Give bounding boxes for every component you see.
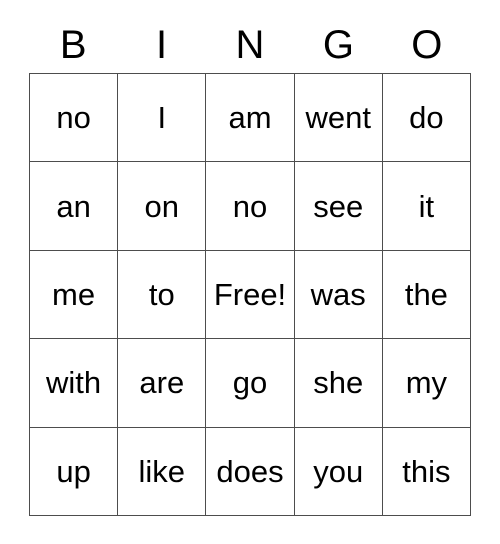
- bingo-cell-r3c1[interactable]: are: [118, 339, 207, 428]
- bingo-cell-r0c2[interactable]: am: [206, 74, 295, 163]
- bingo-cell-label: with: [46, 365, 102, 401]
- bingo-cell-r2c3[interactable]: was: [294, 250, 383, 340]
- bingo-cell-r0c4[interactable]: do: [382, 74, 471, 163]
- bingo-header-letter-n: N: [235, 22, 265, 67]
- bingo-header-letter-g: G: [322, 22, 354, 67]
- bingo-cell-r3c4[interactable]: my: [382, 339, 471, 428]
- bingo-cell-label: like: [138, 453, 186, 489]
- bingo-cell-r1c3[interactable]: see: [294, 162, 383, 251]
- bingo-cell-label: I: [157, 100, 167, 136]
- bingo-header-letter-b: B: [59, 22, 87, 67]
- bingo-cell-r3c2[interactable]: go: [206, 339, 295, 428]
- bingo-cell-r1c0[interactable]: an: [30, 162, 119, 251]
- bingo-header-letter-i: I: [156, 22, 168, 67]
- bingo-cell-label: see: [313, 188, 364, 224]
- bingo-cell-free-space[interactable]: Free!: [206, 250, 295, 340]
- bingo-cell-label: this: [402, 453, 451, 489]
- bingo-cell-r1c1[interactable]: on: [118, 162, 207, 251]
- bingo-header-letter-o: O: [411, 22, 443, 67]
- bingo-cell-r4c1[interactable]: like: [118, 427, 207, 516]
- bingo-cell-r2c1[interactable]: to: [118, 250, 207, 340]
- bingo-cell-label: no: [232, 188, 268, 224]
- bingo-free-space-label: Free!: [213, 276, 287, 312]
- bingo-cell-r1c4[interactable]: it: [382, 162, 471, 251]
- bingo-card: B I N G O no I am went do an on no see i…: [29, 16, 471, 516]
- bingo-cell-label: does: [216, 453, 284, 489]
- bingo-cell-label: was: [310, 276, 366, 312]
- bingo-cell-r2c4[interactable]: the: [382, 250, 471, 340]
- bingo-cell-label: on: [144, 188, 180, 224]
- bingo-cell-label: to: [148, 276, 175, 312]
- bingo-cell-r4c0[interactable]: up: [30, 427, 119, 516]
- bingo-grid: no I am went do an on no see it me to Fr…: [29, 73, 471, 516]
- bingo-cell-r1c2[interactable]: no: [206, 162, 295, 251]
- bingo-cell-label: the: [404, 276, 448, 312]
- bingo-cell-r3c3[interactable]: she: [294, 339, 383, 428]
- bingo-cell-label: she: [313, 365, 364, 401]
- bingo-cell-r4c4[interactable]: this: [382, 427, 471, 516]
- bingo-cell-label: up: [56, 453, 91, 489]
- bingo-cell-label: no: [56, 100, 91, 136]
- bingo-cell-r2c0[interactable]: me: [30, 250, 119, 340]
- bingo-cell-r0c3[interactable]: went: [294, 74, 383, 163]
- bingo-cell-label: you: [313, 453, 364, 489]
- bingo-cell-r4c3[interactable]: you: [294, 427, 383, 516]
- bingo-cell-r3c0[interactable]: with: [30, 339, 119, 428]
- bingo-cell-label: went: [305, 100, 371, 136]
- bingo-cell-label: it: [418, 188, 435, 224]
- bingo-cell-label: go: [232, 365, 268, 401]
- bingo-cell-label: do: [409, 100, 444, 136]
- bingo-cell-label: am: [228, 100, 272, 136]
- bingo-cell-label: are: [139, 365, 185, 401]
- bingo-cell-r4c2[interactable]: does: [206, 427, 295, 516]
- bingo-cell-r0c0[interactable]: no: [30, 74, 119, 163]
- bingo-cell-label: an: [56, 188, 91, 224]
- bingo-cell-r0c1[interactable]: I: [118, 74, 207, 163]
- bingo-header-row: B I N G O: [29, 16, 471, 73]
- bingo-cell-label: my: [405, 365, 448, 401]
- bingo-cell-label: me: [52, 276, 96, 312]
